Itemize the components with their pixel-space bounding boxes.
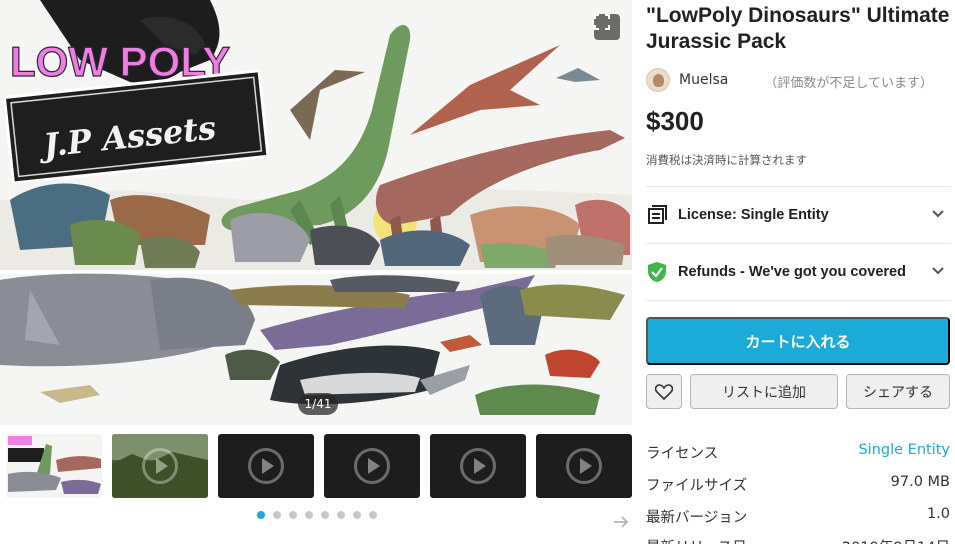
pagination-dot-6[interactable] (337, 511, 345, 519)
pagination-dot-4[interactable] (305, 511, 313, 519)
refunds-label: Refunds - We've got you covered (678, 264, 906, 280)
spec-value: 1.0 (926, 506, 950, 522)
spec-row-file-size: ファイルサイズ 97.0 MB (646, 474, 950, 504)
thumbnail-1-image (6, 434, 102, 498)
thumbnail-2[interactable] (112, 434, 208, 498)
thumbnail-5[interactable] (430, 434, 526, 498)
product-page: LOW POLY J.P Assets 1/41 "LowPoly Dinosa… (0, 0, 955, 544)
thumbnail-1[interactable] (6, 434, 102, 498)
product-title: "LowPoly Dinosaurs" Ultimate Jurassic Pa… (646, 4, 950, 53)
author-avatar[interactable] (646, 68, 670, 92)
gallery-pagination (257, 511, 377, 519)
license-label: License: Single Entity (678, 207, 829, 223)
spec-value-link[interactable]: Single Entity (858, 442, 950, 458)
wishlist-heart-button[interactable] (646, 374, 682, 409)
spec-key: 最新バージョン (646, 510, 748, 526)
thumbnail-6[interactable] (536, 434, 632, 498)
pagination-dot-7[interactable] (353, 511, 361, 519)
image-counter: 1/41 (298, 393, 338, 415)
chevron-down-icon (932, 210, 944, 218)
add-to-cart-button[interactable]: カートに入れる (646, 317, 950, 365)
spec-row-license: ライセンス Single Entity (646, 442, 950, 472)
thumbnail-3[interactable] (218, 434, 314, 498)
next-thumbnails-button[interactable] (613, 515, 629, 533)
spec-row-release-date: 最新リリース日 2019年9月14日 (646, 536, 950, 544)
media-viewer[interactable]: LOW POLY J.P Assets 1/41 (0, 0, 632, 425)
pagination-dot-8[interactable] (369, 511, 377, 519)
pagination-dot-3[interactable] (289, 511, 297, 519)
share-button[interactable]: シェアする (846, 374, 950, 409)
pagination-dot-5[interactable] (321, 511, 329, 519)
main-product-image: LOW POLY J.P Assets (0, 0, 632, 425)
rating-note: （評価数が不足しています） (764, 76, 933, 91)
spec-value: 97.0 MB (890, 474, 950, 490)
thumbnail-6-play-triangle (580, 458, 592, 474)
add-to-list-button[interactable]: リストに追加 (690, 374, 838, 409)
license-accordion[interactable]: License: Single Entity (646, 186, 951, 243)
arrow-right-icon (614, 516, 629, 528)
spec-key: ライセンス (646, 446, 719, 462)
shield-check-icon (646, 261, 668, 283)
chevron-down-icon (932, 267, 944, 275)
pagination-dot-1[interactable] (257, 511, 265, 519)
refunds-accordion[interactable]: Refunds - We've got you covered (646, 243, 951, 300)
thumbnail-3-play-triangle (262, 458, 274, 474)
thumbnail-4[interactable] (324, 434, 420, 498)
thumbnail-2-play-triangle (156, 458, 168, 474)
pagination-dot-2[interactable] (273, 511, 281, 519)
spec-key: ファイルサイズ (646, 478, 748, 494)
product-price: $300 (646, 106, 704, 136)
thumbnail-5-play-triangle (474, 458, 486, 474)
heart-icon (655, 383, 673, 400)
expand-button[interactable] (594, 14, 620, 40)
tax-note: 消費税は決済時に計算されます (646, 153, 807, 167)
author-row: Muelsa （評価数が不足しています） (646, 67, 951, 93)
spec-value: 2019年9月14日 (842, 536, 950, 544)
author-name[interactable]: Muelsa (679, 72, 728, 88)
license-icon (646, 204, 668, 226)
accordion-divider (646, 300, 951, 301)
thumbnail-strip (6, 434, 632, 498)
spec-key: 最新リリース日 (646, 536, 747, 544)
spec-row-latest-version: 最新バージョン 1.0 (646, 506, 950, 536)
thumbnail-4-play-triangle (368, 458, 380, 474)
expand-icon (594, 14, 610, 30)
